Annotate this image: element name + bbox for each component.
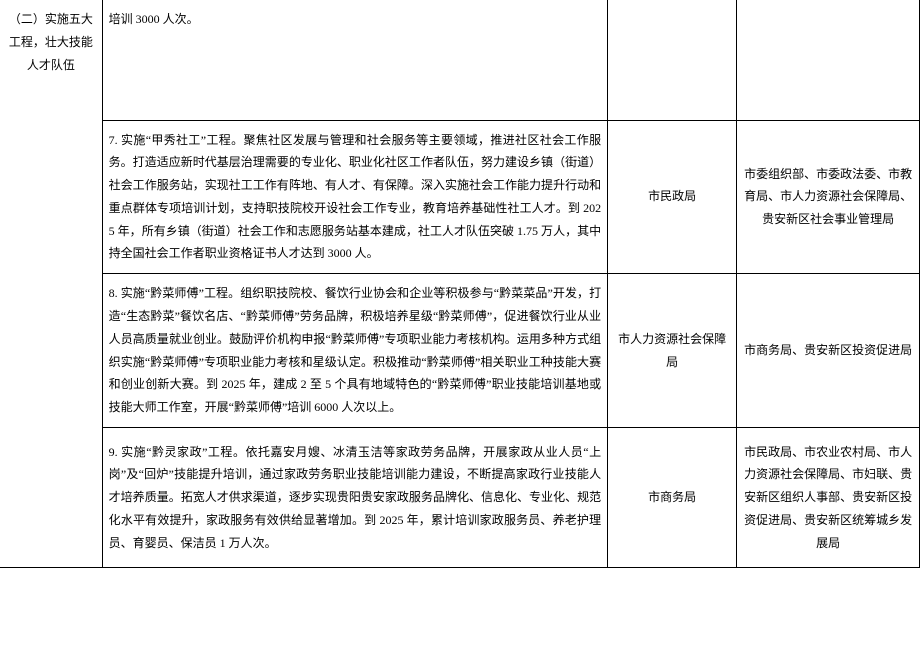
dept2-cell: 市商务局、贵安新区投资促进局 [737,274,920,428]
table-row: 9. 实施“黔灵家政”工程。依托嘉安月嫂、冰清玉洁等家政劳务品牌，开展家政从业人… [0,428,920,568]
table-row: 7. 实施“甲秀社工”工程。聚焦社区发展与管理和社会服务等主要领域，推进社区社会… [0,120,920,274]
dept1-cell: 市人力资源社会保障局 [608,274,737,428]
desc-cell: 7. 实施“甲秀社工”工程。聚焦社区发展与管理和社会服务等主要领域，推进社区社会… [102,120,607,274]
category-cell: （二）实施五大工程，壮大技能人才队伍 [0,0,102,568]
dept2-cell: 市委组织部、市委政法委、市教育局、市人力资源社会保障局、贵安新区社会事业管理局 [737,120,920,274]
dept1-cell: 市民政局 [608,120,737,274]
desc-cell: 培训 3000 人次。 [102,0,607,120]
policy-table-container: （二）实施五大工程，壮大技能人才队伍 培训 3000 人次。 7. 实施“甲秀社… [0,0,920,568]
table-row: （二）实施五大工程，壮大技能人才队伍 培训 3000 人次。 [0,0,920,120]
dept1-cell: 市商务局 [608,428,737,568]
policy-table: （二）实施五大工程，壮大技能人才队伍 培训 3000 人次。 7. 实施“甲秀社… [0,0,920,568]
desc-cell: 8. 实施“黔菜师傅”工程。组织职技院校、餐饮行业协会和企业等积极参与“黔菜菜品… [102,274,607,428]
table-row: 8. 实施“黔菜师傅”工程。组织职技院校、餐饮行业协会和企业等积极参与“黔菜菜品… [0,274,920,428]
dept1-cell [608,0,737,120]
dept2-cell [737,0,920,120]
dept2-cell: 市民政局、市农业农村局、市人力资源社会保障局、市妇联、贵安新区组织人事部、贵安新… [737,428,920,568]
desc-cell: 9. 实施“黔灵家政”工程。依托嘉安月嫂、冰清玉洁等家政劳务品牌，开展家政从业人… [102,428,607,568]
